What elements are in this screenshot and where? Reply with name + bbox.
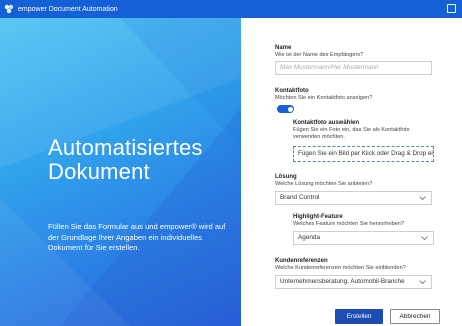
photo-hint: Möchten Sie ein Kontaktfoto anzeigen? xyxy=(275,95,373,101)
highlight-label: Highlight-Feature xyxy=(293,214,343,220)
solution-label: Lösung xyxy=(275,174,297,180)
hero-subtitle: Füllen Sie das Formular aus und empower®… xyxy=(48,222,226,252)
solution-select[interactable]: Brand Control xyxy=(275,191,432,205)
cancel-button[interactable]: Abbrechen xyxy=(390,309,440,324)
highlight-value: Agenda xyxy=(298,234,321,241)
references-value: Unternehmensberatung, Automobil-Branche xyxy=(280,278,405,285)
form-panel: Name Wie ist der Name des Empfängers? Ma… xyxy=(241,18,462,326)
references-label: Kundenreferenzen xyxy=(275,258,328,264)
hero-headline-line2: Dokument xyxy=(48,159,150,184)
name-input[interactable]: Max Mustermann/Her Mustermann xyxy=(275,61,432,75)
highlight-select[interactable]: Agenda xyxy=(293,231,434,245)
maximize-icon[interactable] xyxy=(447,4,456,13)
photo-dropzone[interactable]: Fügen Sie ein Bild per Klick oder Drag &… xyxy=(293,146,434,162)
hero-panel: Automatisiertes Dokument Füllen Sie das … xyxy=(0,18,241,326)
name-label: Name xyxy=(275,45,292,51)
create-button[interactable]: Erstellen xyxy=(335,309,383,324)
references-select[interactable]: Unternehmensberatung, Automobil-Branche xyxy=(275,275,432,289)
empower-logo-icon xyxy=(4,4,14,14)
toggle-knob xyxy=(287,106,293,112)
name-placeholder: Max Mustermann/Her Mustermann xyxy=(280,64,379,71)
photo-label: Kontaktfoto xyxy=(275,88,309,94)
hero-headline: Automatisiertes Dokument xyxy=(48,136,203,184)
title-bar: empower Document Automation xyxy=(0,0,462,18)
chevron-down-icon xyxy=(419,196,426,201)
highlight-hint: Welches Feature möchten Sie hervorheben? xyxy=(293,221,404,227)
solution-hint: Welche Lösung möchten Sie anbieten? xyxy=(275,181,373,187)
name-hint: Wie ist der Name des Empfängers? xyxy=(275,52,364,58)
photo-select-label: Kontaktfoto auswählen xyxy=(293,120,360,126)
photo-toggle[interactable] xyxy=(277,105,294,113)
chevron-down-icon xyxy=(421,236,428,241)
window-title: empower Document Automation xyxy=(18,5,118,13)
solution-value: Brand Control xyxy=(280,194,320,201)
chevron-down-icon xyxy=(419,280,426,285)
references-hint: Welche Kundenreferenzen möchten Sie einb… xyxy=(275,265,406,271)
hero-headline-line1: Automatisiertes xyxy=(48,135,203,160)
photo-select-hint: Fügen Sie ein Foto ein, das Sie als Kont… xyxy=(293,127,410,140)
